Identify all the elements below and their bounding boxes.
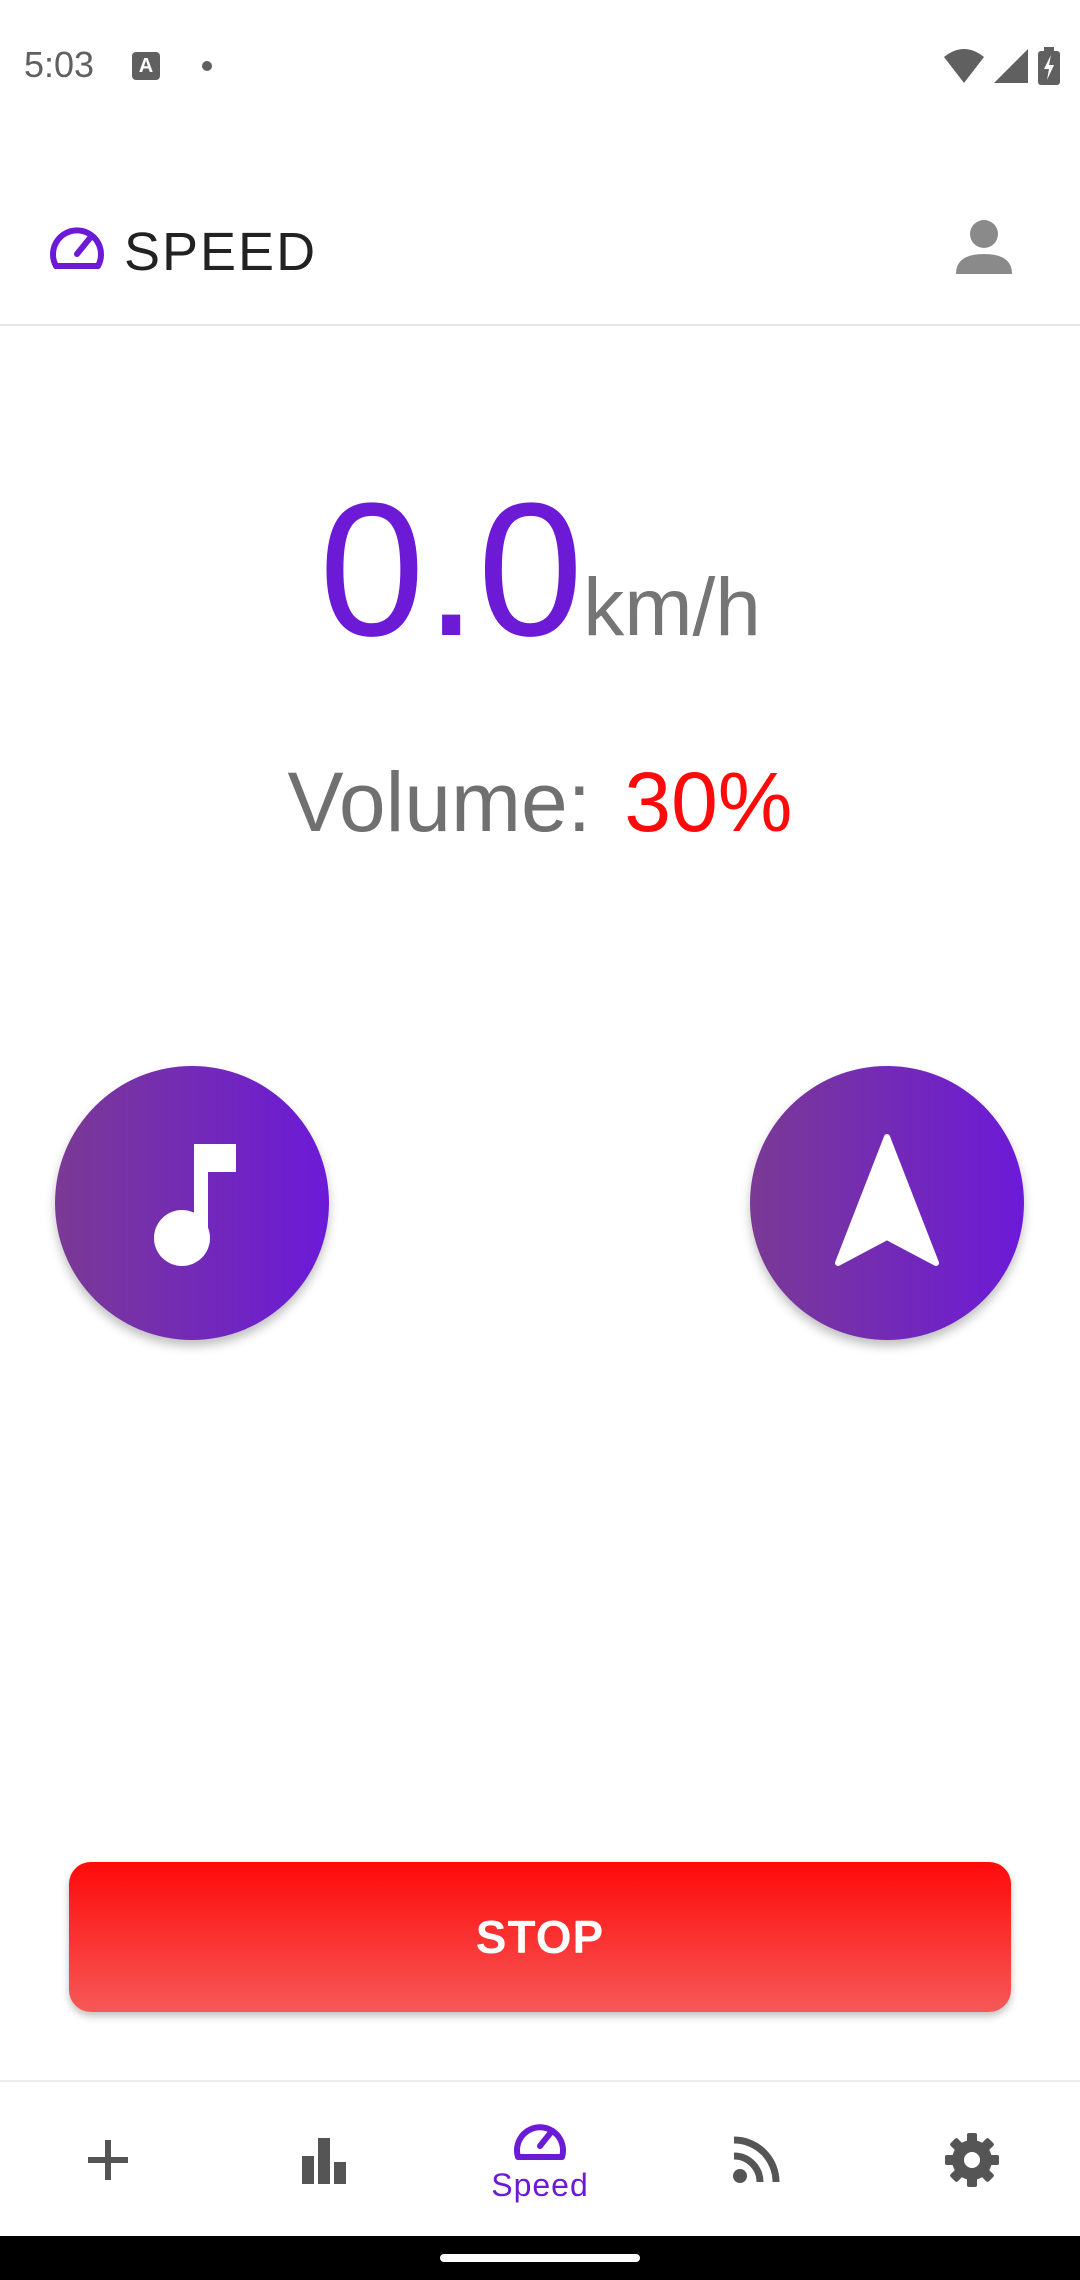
bar-chart-icon [302, 2138, 346, 2184]
notification-dot-icon [202, 61, 212, 71]
person-icon[interactable] [952, 214, 1016, 278]
nav-item-feed[interactable] [648, 2082, 864, 2238]
speed-display: 0.0km/h [0, 470, 1080, 670]
navigation-button[interactable] [750, 1066, 1024, 1340]
nav-item-add[interactable] [0, 2082, 216, 2238]
nav-label-speed: Speed [491, 2166, 589, 2203]
stop-button[interactable]: STOP [69, 1862, 1011, 2012]
app-title: SPEED [124, 222, 318, 282]
volume-value: 30% [624, 755, 793, 849]
status-bar: 5:03 A [0, 0, 1080, 130]
volume-display: Volume: 30% [0, 752, 1080, 852]
signal-icon [994, 49, 1028, 83]
navigation-arrow-icon [835, 1134, 939, 1266]
gear-icon [945, 2133, 999, 2187]
home-gesture-handle[interactable] [440, 2254, 640, 2262]
bottom-navigation: Speed [0, 2080, 1080, 2238]
nav-item-settings[interactable] [864, 2082, 1080, 2238]
speed-unit: km/h [583, 562, 761, 653]
wifi-icon [944, 49, 984, 83]
nav-item-speed[interactable]: Speed [432, 2082, 648, 2238]
battery-charging-icon [1038, 47, 1060, 85]
nav-item-stats[interactable] [216, 2082, 432, 2238]
music-button[interactable] [55, 1066, 329, 1340]
music-note-icon [154, 1144, 236, 1266]
system-navigation-bar [0, 2236, 1080, 2280]
app-bar: SPEED [0, 190, 1080, 326]
status-icons [944, 46, 1060, 86]
speed-value: 0.0 [319, 464, 584, 676]
status-time: 5:03 [24, 44, 95, 85]
plus-icon [88, 2140, 128, 2180]
speedometer-icon [50, 227, 104, 269]
volume-label: Volume: [287, 755, 592, 849]
speed-screen: 5:03 A SPEED 0.0km/h Volume: 30% STOP Sp… [0, 0, 1080, 2280]
speedometer-icon [514, 2123, 566, 2160]
rss-feed-icon [733, 2136, 780, 2183]
a-icon: A [132, 52, 160, 80]
